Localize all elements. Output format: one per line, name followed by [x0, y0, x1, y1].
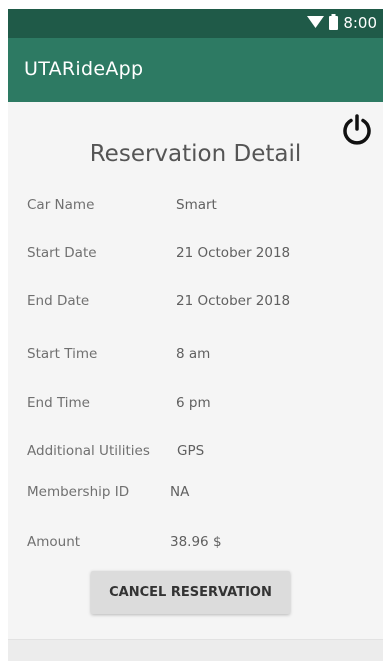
- membership-id-label: Membership ID: [27, 484, 130, 500]
- battery-icon: [329, 13, 339, 34]
- membership-id-value: NA: [170, 484, 190, 500]
- screen: 8:00 UTARideApp Reservation Detail Car N…: [8, 9, 383, 661]
- end-date-value: 21 October 2018: [176, 293, 291, 309]
- end-time-value: 6 pm: [176, 395, 211, 411]
- app-bar: UTARideApp: [8, 38, 383, 102]
- end-date-label: End Date: [27, 293, 90, 309]
- bottom-edge: [8, 639, 383, 661]
- start-time-value: 8 am: [176, 346, 211, 362]
- start-date-value: 21 October 2018: [176, 245, 291, 261]
- start-date-label: Start Date: [27, 245, 97, 261]
- cancel-reservation-button[interactable]: CANCEL RESERVATION: [91, 571, 290, 614]
- status-time: 8:00: [343, 14, 377, 32]
- amount-value: 38.96 $: [170, 534, 222, 550]
- end-time-label: End Time: [27, 395, 90, 411]
- page-title: Reservation Detail: [89, 141, 302, 167]
- car-name-label: Car Name: [27, 197, 95, 213]
- start-time-label: Start Time: [27, 346, 98, 362]
- status-bar: 8:00: [8, 9, 383, 38]
- additional-utilities-value: GPS: [177, 443, 205, 459]
- status-icons: 8:00: [307, 13, 377, 34]
- app-title: UTARideApp: [24, 58, 144, 80]
- car-name-value: Smart: [176, 197, 217, 213]
- additional-utilities-label: Additional Utilities: [27, 443, 150, 459]
- wifi-icon: [307, 14, 325, 33]
- amount-label: Amount: [27, 534, 81, 550]
